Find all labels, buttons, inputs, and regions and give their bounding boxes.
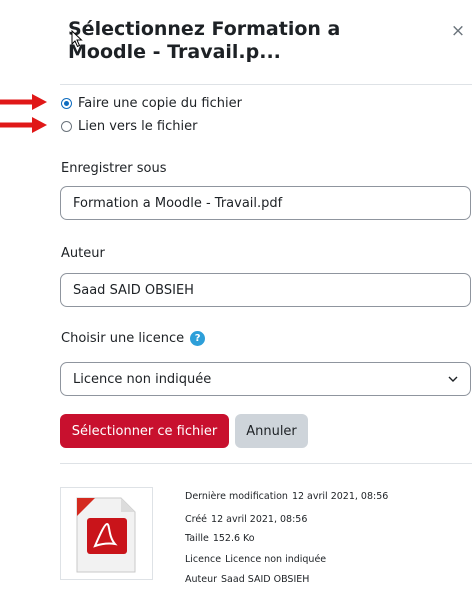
meta-size: Taille 152.6 Ko <box>185 533 255 544</box>
meta-license: Licence Licence non indiquée <box>185 554 326 565</box>
red-arrow-icon <box>0 94 47 110</box>
pdf-file-icon <box>76 497 136 573</box>
meta-license-value: Licence non indiquée <box>225 554 327 565</box>
chevron-down-icon <box>448 376 458 382</box>
save-as-input[interactable] <box>60 186 471 220</box>
save-as-label: Enregistrer sous <box>61 161 167 176</box>
meta-size-key: Taille <box>185 533 209 544</box>
meta-modified: Dernière modification 12 avril 2021, 08:5… <box>185 491 388 502</box>
license-select-value: Licence non indiquée <box>73 371 212 387</box>
cancel-button[interactable]: Annuler <box>235 414 308 448</box>
meta-author-value: Saad SAID OBSIEH <box>221 574 310 585</box>
license-label: Choisir une licence <box>61 331 185 346</box>
radio-link-file-label: Lien vers le fichier <box>78 118 198 134</box>
file-thumbnail <box>60 487 153 580</box>
meta-created-value: 12 avril 2021, 08:56 <box>211 514 308 525</box>
radio-copy-file-label: Faire une copie du fichier <box>78 95 242 111</box>
close-icon[interactable]: × <box>449 22 467 40</box>
meta-author: Auteur Saad SAID OBSIEH <box>185 574 309 585</box>
meta-author-key: Auteur <box>185 574 218 585</box>
radio-link-file-button[interactable] <box>61 120 72 132</box>
footer-divider <box>60 463 472 464</box>
meta-created: Créé 12 avril 2021, 08:56 <box>185 514 307 525</box>
license-label-row: Choisir une licence ? <box>61 331 206 346</box>
mouse-cursor-icon <box>71 30 83 48</box>
dialog-title: Sélectionnez Formation a Moodle - Travai… <box>68 18 341 63</box>
meta-license-key: Licence <box>185 554 222 565</box>
radio-link-file[interactable]: Lien vers le fichier <box>61 117 197 135</box>
radio-copy-file-button[interactable] <box>61 97 72 109</box>
meta-size-value: 152.6 Ko <box>212 533 255 544</box>
meta-modified-key: Dernière modification <box>185 491 288 502</box>
author-label: Auteur <box>61 246 105 261</box>
header-divider <box>60 84 472 85</box>
select-file-button[interactable]: Sélectionner ce fichier <box>60 414 229 448</box>
meta-created-key: Créé <box>185 514 208 525</box>
red-arrow-icon <box>0 117 47 133</box>
meta-modified-value: 12 avril 2021, 08:56 <box>291 491 389 502</box>
author-input[interactable] <box>60 273 471 307</box>
license-select[interactable]: Licence non indiquée <box>60 362 471 396</box>
help-icon[interactable]: ? <box>190 331 206 346</box>
radio-copy-file[interactable]: Faire une copie du fichier <box>61 94 242 112</box>
